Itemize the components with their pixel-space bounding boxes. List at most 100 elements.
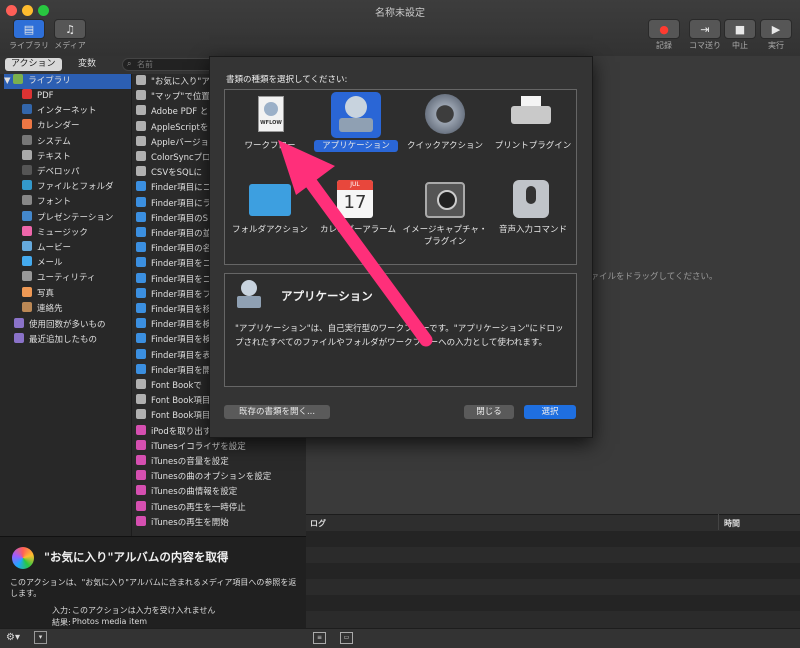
calendar-alarm-type-label[interactable]: カレンダーアラーム — [314, 224, 402, 236]
action-icon — [136, 439, 146, 450]
action-item[interactable]: iTunesの曲のオプションを設定 — [136, 470, 306, 485]
library-item[interactable]: カレンダー — [22, 119, 80, 134]
info-title: アプリケーション — [281, 289, 373, 303]
close-button[interactable]: 閉じる — [464, 405, 514, 419]
tab-variables[interactable]: 変数 — [72, 58, 102, 71]
action-icon — [136, 75, 146, 85]
gear-icon[interactable]: ⚙▾ — [6, 632, 20, 643]
tab-actions[interactable]: アクション — [5, 58, 62, 71]
library-item[interactable]: PDF — [22, 89, 54, 104]
library-list: ▼ ライブラリ PDF インターネット カレンダー システム テキスト デベロッパ ファイル… — [0, 74, 132, 536]
action-item[interactable]: iTunesの音量を設定 — [136, 455, 306, 470]
category-icon — [22, 301, 32, 312]
library-toolbar-button[interactable]: ▤ — [13, 19, 45, 39]
sheet-prompt: 書類の種類を選択してください: — [226, 75, 348, 85]
library-item[interactable]: フォント — [22, 195, 71, 210]
action-item[interactable]: iTunesの再生を一時停止 — [136, 500, 306, 516]
bottom-bar: ⚙▾ ▾ ≡ ▭ — [0, 628, 800, 648]
folder-icon[interactable] — [249, 184, 291, 216]
library-item[interactable]: テキスト — [22, 149, 71, 165]
folder-action-type-label[interactable]: フォルダアクション — [226, 224, 314, 236]
library-item[interactable]: ムービー — [22, 241, 71, 256]
action-icon — [136, 166, 146, 177]
automator-robot-icon — [345, 96, 367, 118]
action-item[interactable]: iTunesの再生を開始 — [136, 515, 306, 531]
robot-body-icon — [339, 118, 373, 132]
print-plugin-type-label[interactable]: プリントプラグイン — [488, 140, 578, 152]
library-icon — [13, 74, 24, 84]
toolbar: 名称未設定 ▤ ライブラリ ♫ メディア ● 記録 ⇥ コマ送り ■ 中止 ▶ … — [0, 0, 800, 57]
printer-body-shape — [511, 106, 551, 124]
open-existing-button[interactable]: 既存の書類を開く... — [224, 405, 330, 419]
workflow-type[interactable]: WFLOW — [250, 96, 290, 136]
log-column-header[interactable]: ログ — [310, 518, 326, 529]
record-icon: ● — [659, 22, 669, 36]
library-item[interactable]: ファイルとフォルダ — [22, 180, 114, 195]
smart-folder-icon — [14, 318, 24, 328]
application-type-label[interactable]: アプリケーション — [314, 140, 398, 152]
stop-button[interactable]: ■ — [724, 19, 756, 39]
list-view-icon[interactable]: ≡ — [313, 632, 326, 644]
log-row — [306, 579, 800, 595]
workflow-type-label[interactable]: ワークフロー — [226, 140, 314, 152]
category-icon — [22, 104, 32, 115]
image-capture-type-label[interactable]: イメージキャプチャ・プラグイン — [401, 224, 489, 248]
quick-action-type-label[interactable]: クイックアクション — [401, 140, 489, 152]
action-icon — [136, 135, 146, 146]
category-icon — [22, 149, 32, 160]
mic-shape — [526, 186, 536, 204]
gear-icon[interactable] — [425, 94, 465, 134]
camera-icon[interactable] — [425, 182, 465, 218]
split-view-icon[interactable]: ▭ — [340, 632, 353, 644]
category-icon — [22, 195, 32, 206]
library-item[interactable]: プレゼンテーション — [22, 210, 113, 226]
workflow-hint: ファイルをドラッグしてください。 — [582, 272, 718, 282]
step-button[interactable]: ⇥ — [689, 19, 721, 39]
category-icon — [22, 256, 32, 267]
library-item[interactable]: ミュージック — [22, 225, 88, 241]
toggle-description-icon[interactable]: ▾ — [34, 631, 47, 644]
action-icon — [136, 196, 146, 207]
library-item[interactable]: メール — [22, 256, 63, 271]
action-item[interactable]: iTunesイコライザを設定 — [136, 439, 306, 455]
run-button[interactable]: ▶ — [760, 19, 792, 39]
action-icon — [136, 379, 146, 389]
application-type[interactable] — [331, 92, 381, 138]
action-item[interactable]: iTunesの曲情報を設定 — [136, 485, 306, 500]
media-toolbar-button[interactable]: ♫ — [54, 19, 86, 39]
stop-icon: ■ — [734, 22, 746, 36]
category-icon — [22, 210, 32, 221]
smart-group-item[interactable]: 最近追加したもの — [14, 333, 97, 348]
category-icon — [22, 134, 32, 145]
printer-icon[interactable] — [511, 96, 551, 128]
action-icon — [136, 181, 146, 192]
log-row — [306, 563, 800, 579]
smart-folder-icon — [14, 333, 24, 343]
log-row — [306, 611, 800, 628]
library-item[interactable]: ユーティリティ — [22, 271, 95, 286]
choose-button[interactable]: 選択 — [524, 405, 576, 419]
library-item[interactable]: 写真 — [22, 286, 54, 302]
library-item[interactable]: システム — [22, 134, 71, 150]
dictation-type-label[interactable]: 音声入力コマンド — [488, 224, 578, 236]
search-icon: ⌕ — [127, 59, 132, 68]
time-column-header[interactable]: 時間 — [724, 518, 740, 529]
library-item[interactable]: デベロッパ — [22, 165, 80, 180]
action-icon — [136, 409, 146, 420]
smart-group-item[interactable]: 使用回数が多いもの — [14, 318, 106, 333]
calendar-icon[interactable]: JUL 17 — [337, 180, 373, 218]
record-button[interactable]: ● — [648, 19, 680, 39]
microphone-icon[interactable] — [513, 180, 549, 218]
category-icon — [22, 286, 32, 297]
library-item[interactable]: 連絡先 — [22, 301, 63, 317]
result-label: 結果: — [52, 618, 71, 627]
action-icon — [136, 90, 146, 101]
category-icon — [22, 89, 32, 99]
library-root[interactable]: ▼ ライブラリ — [4, 74, 131, 89]
action-icon — [136, 424, 146, 435]
action-icon — [136, 363, 146, 374]
category-icon — [22, 271, 32, 282]
library-item[interactable]: インターネット — [22, 104, 97, 119]
robot-icon — [264, 102, 278, 116]
action-icon — [136, 515, 146, 526]
